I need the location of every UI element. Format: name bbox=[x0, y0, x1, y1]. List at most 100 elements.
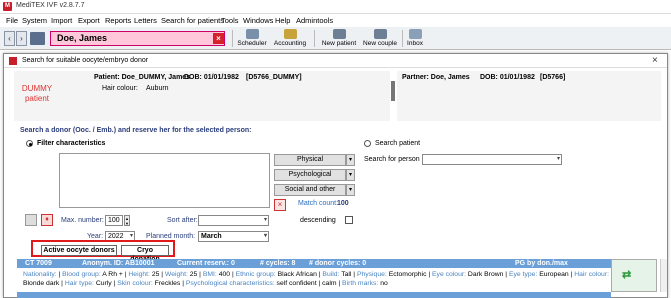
partner-id: [D5766] bbox=[540, 74, 566, 81]
clear-patient-button[interactable]: × bbox=[213, 33, 224, 44]
next-result-header bbox=[17, 292, 611, 298]
close-icon: × bbox=[652, 55, 658, 66]
menu-windows[interactable]: Windows bbox=[243, 16, 273, 25]
menu-export[interactable]: Export bbox=[78, 16, 100, 25]
chevron-down-icon: ▾ bbox=[556, 156, 560, 162]
psychological-button[interactable]: Psychological ▾ bbox=[274, 169, 355, 181]
donor-id: CT 7009 bbox=[25, 260, 52, 267]
max-number-spinner[interactable]: ▲ ▼ bbox=[124, 215, 130, 226]
attribute-value: Curly bbox=[95, 280, 112, 287]
cycles-count: # cycles: 8 bbox=[260, 260, 296, 267]
dialog-app-icon bbox=[9, 57, 17, 65]
forward-button[interactable]: › bbox=[16, 31, 27, 46]
attribute-label: Eye type: bbox=[508, 271, 540, 278]
descending-label: descending bbox=[300, 217, 336, 224]
search-person-select[interactable]: ▾ bbox=[422, 154, 562, 165]
radio-empty-icon bbox=[364, 140, 371, 147]
patient-name: Patient: Doe_DUMMY, James bbox=[94, 74, 191, 81]
tab-cryo-donation[interactable]: Cryo donation bbox=[121, 245, 169, 263]
add-person-icon bbox=[332, 29, 346, 39]
attribute-label: Nationality: bbox=[23, 271, 59, 278]
attribute-label: Physique: bbox=[356, 271, 389, 278]
menu-bar: File System Import Export Reports Letter… bbox=[0, 14, 671, 27]
dialog-close-button[interactable]: × bbox=[652, 55, 658, 66]
search-heading: Search a donor (Ooc. / Emb.) and reserve… bbox=[20, 127, 252, 134]
partner-dob: DOB: 01/01/1982 bbox=[480, 74, 535, 81]
sort-after-label: Sort after: bbox=[167, 217, 198, 224]
result-header: CT 7009 Anonym. ID: AB10001 Current rese… bbox=[17, 259, 611, 276]
dialog-title: Search for suitable oocyte/embryo donor bbox=[22, 57, 149, 64]
menu-file[interactable]: File bbox=[6, 16, 18, 25]
clear-filter-button[interactable]: × bbox=[274, 199, 286, 211]
inbox-button[interactable]: Inbox bbox=[405, 29, 425, 49]
menu-system[interactable]: System bbox=[22, 16, 47, 25]
filter-characteristics-radio[interactable]: Filter characteristics bbox=[26, 140, 105, 147]
attribute-label: Hair type: bbox=[64, 280, 96, 287]
menu-import[interactable]: Import bbox=[51, 16, 72, 25]
chevron-down-icon: ▾ bbox=[346, 154, 355, 166]
current-patient-field[interactable]: Doe, James bbox=[50, 31, 225, 46]
patient-dob: DOB: 01/01/1982 bbox=[184, 74, 239, 81]
descending-checkbox[interactable] bbox=[345, 216, 353, 224]
reserve-donor-button[interactable]: ⇄ bbox=[611, 259, 657, 292]
sort-after-select[interactable]: ▾ bbox=[198, 215, 269, 226]
partner-panel: Partner: Doe, James DOB: 01/01/1982 [D57… bbox=[397, 71, 661, 121]
attribute-label: BMI: bbox=[202, 271, 219, 278]
menu-letters[interactable]: Letters bbox=[134, 16, 157, 25]
close-icon: × bbox=[216, 34, 221, 43]
panel-splitter-handle[interactable] bbox=[391, 81, 395, 101]
scheduler-button[interactable]: Scheduler bbox=[236, 29, 268, 49]
attribute-value: A Rh + bbox=[102, 271, 123, 278]
chevron-down-icon: ▾ bbox=[346, 169, 355, 181]
physical-button[interactable]: Physical ▾ bbox=[274, 154, 355, 166]
social-other-button[interactable]: Social and other ▾ bbox=[274, 184, 355, 196]
transfer-arrows-icon: ⇄ bbox=[622, 269, 632, 281]
tab-active-oocyte-donors[interactable]: Active oocyte donors bbox=[41, 245, 117, 256]
toolbar-separator bbox=[232, 30, 233, 47]
accounting-button[interactable]: Accounting bbox=[272, 29, 308, 49]
menu-admintools[interactable]: Admintools bbox=[296, 16, 333, 25]
dialog-titlebar: Search for suitable oocyte/embryo donor … bbox=[4, 54, 667, 68]
hair-colour-label: Hair colour: bbox=[102, 85, 138, 92]
patient-card-icon[interactable] bbox=[30, 32, 45, 45]
patient-id: [D5766_DUMMY] bbox=[246, 74, 302, 81]
coins-icon bbox=[283, 29, 297, 39]
attribute-value: Ectomorphic bbox=[388, 271, 427, 278]
partner-name: Partner: Doe, James bbox=[402, 74, 470, 81]
chevron-left-icon: ‹ bbox=[8, 34, 11, 43]
attribute-value: Blonde dark bbox=[23, 280, 60, 287]
donor-attributes-line-1: Nationality: | Blood group: A Rh + | Hei… bbox=[23, 270, 611, 279]
attribute-label: Hair colour: bbox=[574, 271, 609, 278]
syringe-icon[interactable]: ♦ bbox=[41, 214, 53, 226]
donor-tabs-highlight: Active oocyte donors Cryo donation bbox=[31, 240, 175, 263]
attribute-label: Eye colour: bbox=[432, 271, 468, 278]
max-number-input[interactable]: 100 bbox=[105, 215, 123, 226]
person-icon[interactable] bbox=[25, 214, 37, 226]
new-patient-button[interactable]: New patient bbox=[320, 29, 358, 49]
chevron-down-icon: ▾ bbox=[346, 184, 355, 196]
chevron-down-icon: ▾ bbox=[263, 233, 267, 239]
results-scrollbar[interactable] bbox=[660, 259, 667, 292]
inbox-icon bbox=[408, 29, 422, 39]
patient-panel: DUMMY patient Patient: Doe_DUMMY, James … bbox=[14, 71, 390, 121]
search-patient-radio[interactable]: Search patient bbox=[364, 140, 420, 147]
menu-search-patients[interactable]: Search for patients bbox=[161, 16, 224, 25]
add-couple-icon bbox=[373, 29, 387, 39]
attribute-value: Tall bbox=[341, 271, 352, 278]
planned-month-select[interactable]: March ▾ bbox=[198, 231, 269, 242]
max-number-label: Max. number: bbox=[61, 217, 104, 224]
menu-reports[interactable]: Reports bbox=[105, 16, 131, 25]
donor-search-dialog: Search for suitable oocyte/embryo donor … bbox=[3, 53, 668, 298]
back-button[interactable]: ‹ bbox=[4, 31, 15, 46]
attribute-label: Weight: bbox=[164, 271, 190, 278]
main-toolbar: ‹ › Doe, James × Scheduler Accounting Ne… bbox=[0, 27, 671, 50]
filter-list-box[interactable] bbox=[59, 153, 270, 208]
menu-tools[interactable]: Tools bbox=[221, 16, 239, 25]
attribute-value: self confident | calm bbox=[276, 280, 337, 287]
menu-help[interactable]: Help bbox=[275, 16, 290, 25]
new-couple-button[interactable]: New couple bbox=[361, 29, 399, 49]
app-logo-icon: M bbox=[3, 2, 12, 11]
donor-cycles-count: # donor cycles: 0 bbox=[309, 260, 367, 267]
donor-result-row[interactable]: Nationality: | Blood group: A Rh + | Hei… bbox=[17, 268, 611, 292]
delete-icon: × bbox=[277, 200, 283, 209]
